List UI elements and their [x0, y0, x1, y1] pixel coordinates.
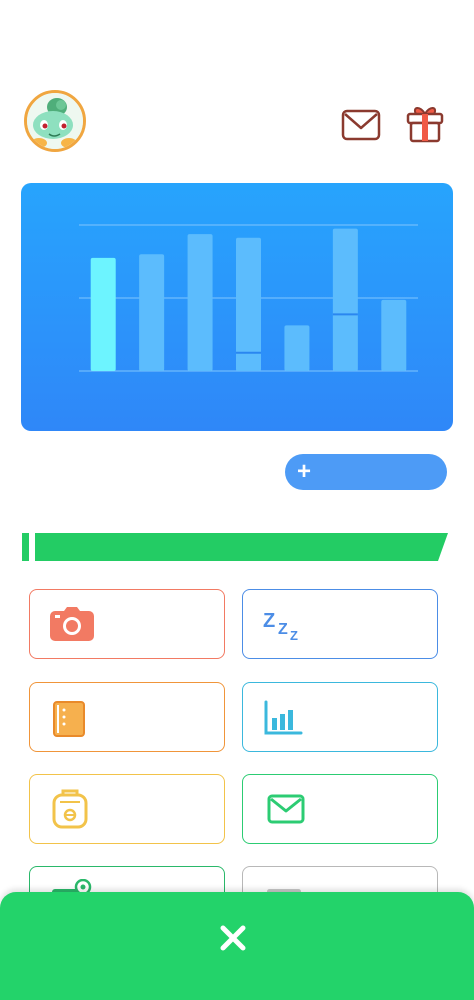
chart-bar[interactable]: [187, 234, 213, 371]
bar-chart: [79, 224, 418, 372]
gift-button[interactable]: [404, 103, 446, 145]
plus-icon: +: [297, 458, 312, 485]
add-button[interactable]: +: [285, 454, 447, 490]
avatar[interactable]: [24, 90, 86, 152]
banner-strip: [35, 533, 448, 561]
camera-icon: [50, 607, 94, 641]
tile-camera[interactable]: [29, 589, 225, 659]
section-header-banner: [22, 533, 448, 561]
notebook-icon: [53, 701, 85, 737]
chart-bar[interactable]: [90, 257, 116, 371]
banner-accent-bar: [22, 533, 29, 561]
tile-messages[interactable]: [242, 774, 438, 844]
chart-bar[interactable]: [236, 237, 261, 371]
app-screen: + Z Z Z: [0, 0, 474, 1000]
svg-text:Z: Z: [263, 610, 275, 632]
backpack-icon: [52, 789, 88, 829]
bulbasaur-avatar-icon: [27, 93, 83, 149]
close-button[interactable]: [217, 922, 249, 954]
chart-bar[interactable]: [139, 254, 165, 371]
tile-backpack[interactable]: [29, 774, 225, 844]
sleep-zzz-icon: Z Z Z: [263, 610, 298, 643]
svg-text:Z: Z: [278, 621, 288, 638]
mail-button[interactable]: [340, 103, 382, 145]
chart-bar[interactable]: [332, 228, 358, 371]
chart-bar[interactable]: [381, 299, 407, 371]
close-icon: [220, 925, 246, 951]
svg-text:Z: Z: [290, 628, 298, 643]
stats-chart-card: [21, 183, 453, 431]
tile-statistics[interactable]: [242, 682, 438, 752]
mail-icon: [341, 109, 381, 141]
bottom-sheet: [0, 892, 474, 1000]
bar-chart-icon: [264, 700, 303, 735]
tile-notebook[interactable]: [29, 682, 225, 752]
tile-sleep[interactable]: Z Z Z: [242, 589, 438, 659]
chart-bar[interactable]: [284, 325, 310, 371]
gift-icon: [406, 107, 444, 143]
mail-icon: [267, 794, 305, 824]
